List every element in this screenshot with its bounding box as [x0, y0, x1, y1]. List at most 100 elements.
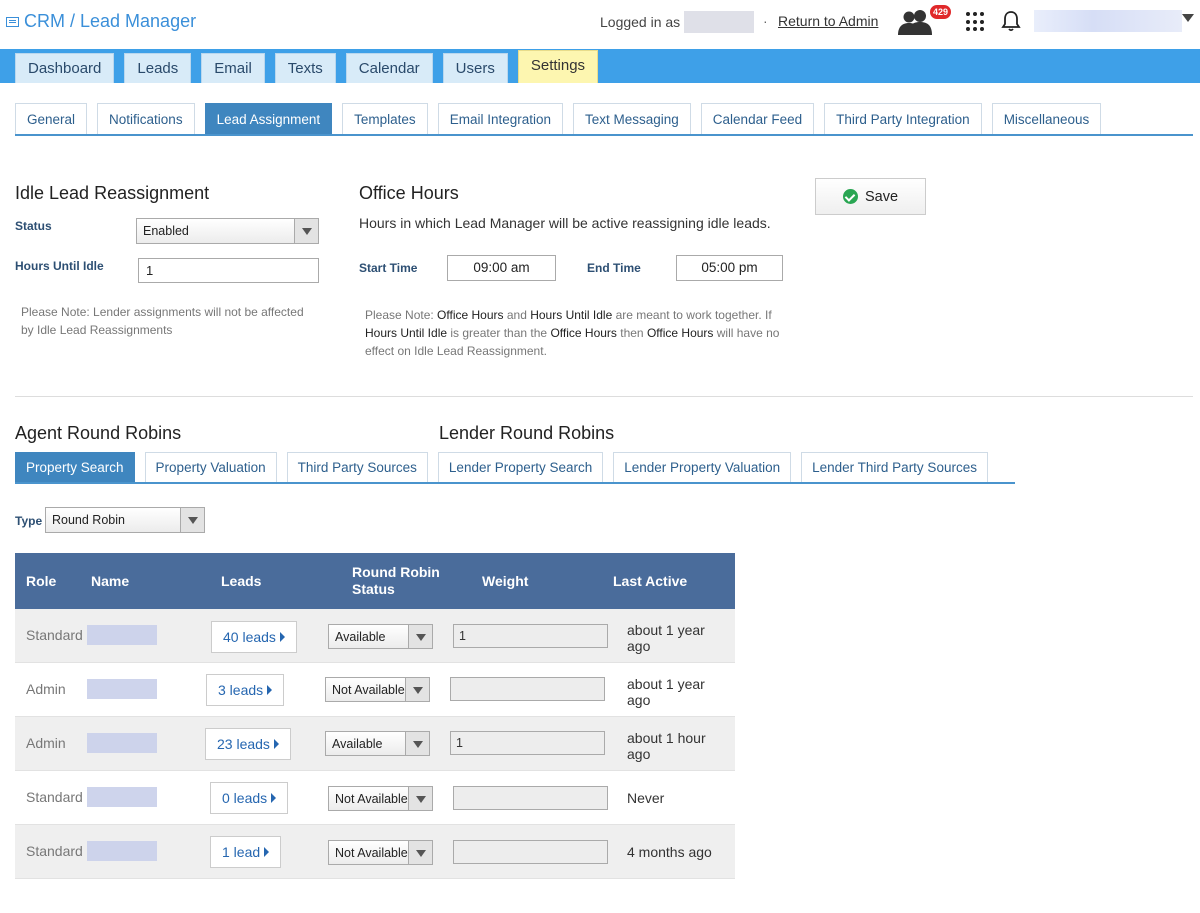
row-role: Standard: [26, 789, 83, 805]
subtab-templates[interactable]: Templates: [342, 103, 428, 134]
caret-right-icon: [264, 847, 270, 857]
type-select-value: Round Robin: [52, 513, 125, 527]
col-leads: Leads: [221, 573, 262, 589]
rr-tab-property-valuation[interactable]: Property Valuation: [144, 452, 277, 482]
leads-button[interactable]: 1 lead: [210, 836, 282, 868]
row-name-redacted: [87, 625, 157, 645]
apps-grid-icon[interactable]: [966, 12, 986, 32]
separator: ·: [763, 13, 768, 29]
idle-note-line: Please Note: Lender assignments will not…: [21, 305, 304, 319]
rr-tab-third-party-sources[interactable]: Third Party Sources: [286, 452, 428, 482]
hours-until-idle-label: Hours Until Idle: [15, 259, 104, 273]
chevron-down-icon: [180, 508, 204, 532]
row-name-redacted: [87, 733, 157, 753]
leads-button[interactable]: 40 leads: [211, 621, 297, 653]
table-row: Admin 23 leads Available 1 about 1 hour a…: [15, 717, 735, 771]
chevron-down-icon: [408, 787, 432, 810]
table-header: Role Name Leads Round Robin Status Weigh…: [15, 553, 735, 609]
chevron-down-icon: [408, 625, 432, 648]
table-row: Standard 0 leads Not Available Never: [15, 771, 735, 825]
idle-note: Please Note: Lender assignments will not…: [21, 303, 304, 339]
leads-button[interactable]: 23 leads: [205, 728, 291, 760]
main-nav: Dashboard Leads Email Texts Calendar Use…: [15, 50, 608, 83]
round-robin-tabs: Property Search Property Valuation Third…: [15, 452, 1015, 484]
last-active: about 1 year ago: [627, 676, 705, 708]
end-time-input[interactable]: 05:00 pm: [676, 255, 783, 281]
subtab-text-messaging[interactable]: Text Messaging: [573, 103, 691, 134]
chevron-down-icon: [408, 841, 432, 864]
tab-email[interactable]: Email: [201, 53, 265, 83]
row-name-redacted: [87, 787, 157, 807]
rr-status-select[interactable]: Available: [328, 624, 433, 649]
rr-tab-lender-third-party-sources[interactable]: Lender Third Party Sources: [801, 452, 988, 482]
chevron-down-icon: [405, 678, 429, 701]
tab-dashboard[interactable]: Dashboard: [15, 53, 115, 83]
row-role: Admin: [26, 735, 66, 751]
row-name-redacted: [87, 841, 157, 861]
leads-button[interactable]: 3 leads: [206, 674, 285, 706]
check-circle-icon: [842, 189, 858, 204]
tab-calendar[interactable]: Calendar: [345, 53, 433, 83]
round-robin-table: Role Name Leads Round Robin Status Weigh…: [15, 553, 735, 879]
subtab-general[interactable]: General: [15, 103, 88, 134]
return-to-admin-link[interactable]: Return to Admin: [778, 13, 878, 29]
office-hours-description: Hours in which Lead Manager will be acti…: [359, 215, 771, 231]
type-label: Type: [15, 514, 43, 528]
status-select[interactable]: Enabled: [136, 218, 319, 244]
table-row: Standard 1 lead Not Available 4 months a…: [15, 825, 735, 879]
weight-input[interactable]: [453, 786, 608, 810]
subtab-notifications[interactable]: Notifications: [97, 103, 195, 134]
rr-status-select[interactable]: Not Available: [325, 677, 430, 702]
leads-button[interactable]: 0 leads: [210, 782, 289, 814]
lender-round-robins-title: Lender Round Robins: [439, 423, 615, 443]
chevron-down-icon: [405, 732, 429, 755]
tab-users[interactable]: Users: [442, 53, 508, 83]
office-hours-note: Please Note: Office Hours and Hours Unti…: [365, 308, 780, 358]
section-divider: [15, 396, 1193, 397]
last-active: about 1 year ago: [627, 622, 705, 654]
weight-input[interactable]: 1: [453, 624, 608, 648]
rr-tab-property-search[interactable]: Property Search: [15, 452, 135, 482]
row-role: Admin: [26, 681, 66, 697]
settings-sub-nav: General Notifications Lead Assignment Te…: [15, 103, 1193, 136]
weight-input[interactable]: [450, 677, 605, 701]
last-active: 4 months ago: [627, 844, 712, 860]
agent-round-robins-title: Agent Round Robins: [15, 423, 182, 443]
table-row: Standard 40 leads Available 1 about 1 ye…: [15, 609, 735, 663]
last-active: about 1 hour ago: [627, 730, 706, 762]
rr-tab-lender-property-valuation[interactable]: Lender Property Valuation: [613, 452, 792, 482]
hours-until-idle-input[interactable]: 1: [138, 258, 319, 283]
start-time-input[interactable]: 09:00 am: [447, 255, 556, 281]
save-button[interactable]: Save: [815, 178, 926, 215]
end-time-label: End Time: [587, 261, 641, 275]
rr-status-select[interactable]: Available: [325, 731, 430, 756]
top-bar: CRM / Lead Manager Logged in as · Return…: [0, 0, 1200, 44]
rr-status-select[interactable]: Not Available: [328, 840, 433, 865]
save-button-label: Save: [864, 188, 899, 205]
col-role: Role: [26, 573, 57, 589]
subtab-miscellaneous[interactable]: Miscellaneous: [991, 103, 1102, 134]
tab-texts[interactable]: Texts: [274, 53, 336, 83]
app-title: CRM / Lead Manager: [24, 11, 197, 31]
subtab-calendar-feed[interactable]: Calendar Feed: [700, 103, 815, 134]
col-last-active: Last Active: [613, 573, 688, 589]
idle-section-title: Idle Lead Reassignment: [15, 183, 210, 203]
app-brand[interactable]: CRM / Lead Manager: [6, 11, 196, 32]
weight-input[interactable]: 1: [450, 731, 605, 755]
subtab-third-party-integration[interactable]: Third Party Integration: [824, 103, 982, 134]
type-select[interactable]: Round Robin: [45, 507, 205, 533]
bell-icon[interactable]: [1001, 10, 1021, 32]
weight-input[interactable]: [453, 840, 608, 864]
caret-right-icon: [273, 739, 279, 749]
user-menu[interactable]: [1034, 10, 1182, 32]
username-redacted: [684, 11, 754, 33]
subtab-lead-assignment[interactable]: Lead Assignment: [204, 103, 333, 134]
rr-status-select[interactable]: Not Available: [328, 786, 433, 811]
tab-settings[interactable]: Settings: [517, 50, 599, 83]
tab-leads[interactable]: Leads: [124, 53, 192, 83]
subtab-email-integration[interactable]: Email Integration: [437, 103, 563, 134]
rr-tab-lender-property-search[interactable]: Lender Property Search: [437, 452, 604, 482]
caret-right-icon: [271, 793, 277, 803]
chevron-down-icon[interactable]: [1182, 14, 1194, 22]
caret-right-icon: [267, 685, 273, 695]
